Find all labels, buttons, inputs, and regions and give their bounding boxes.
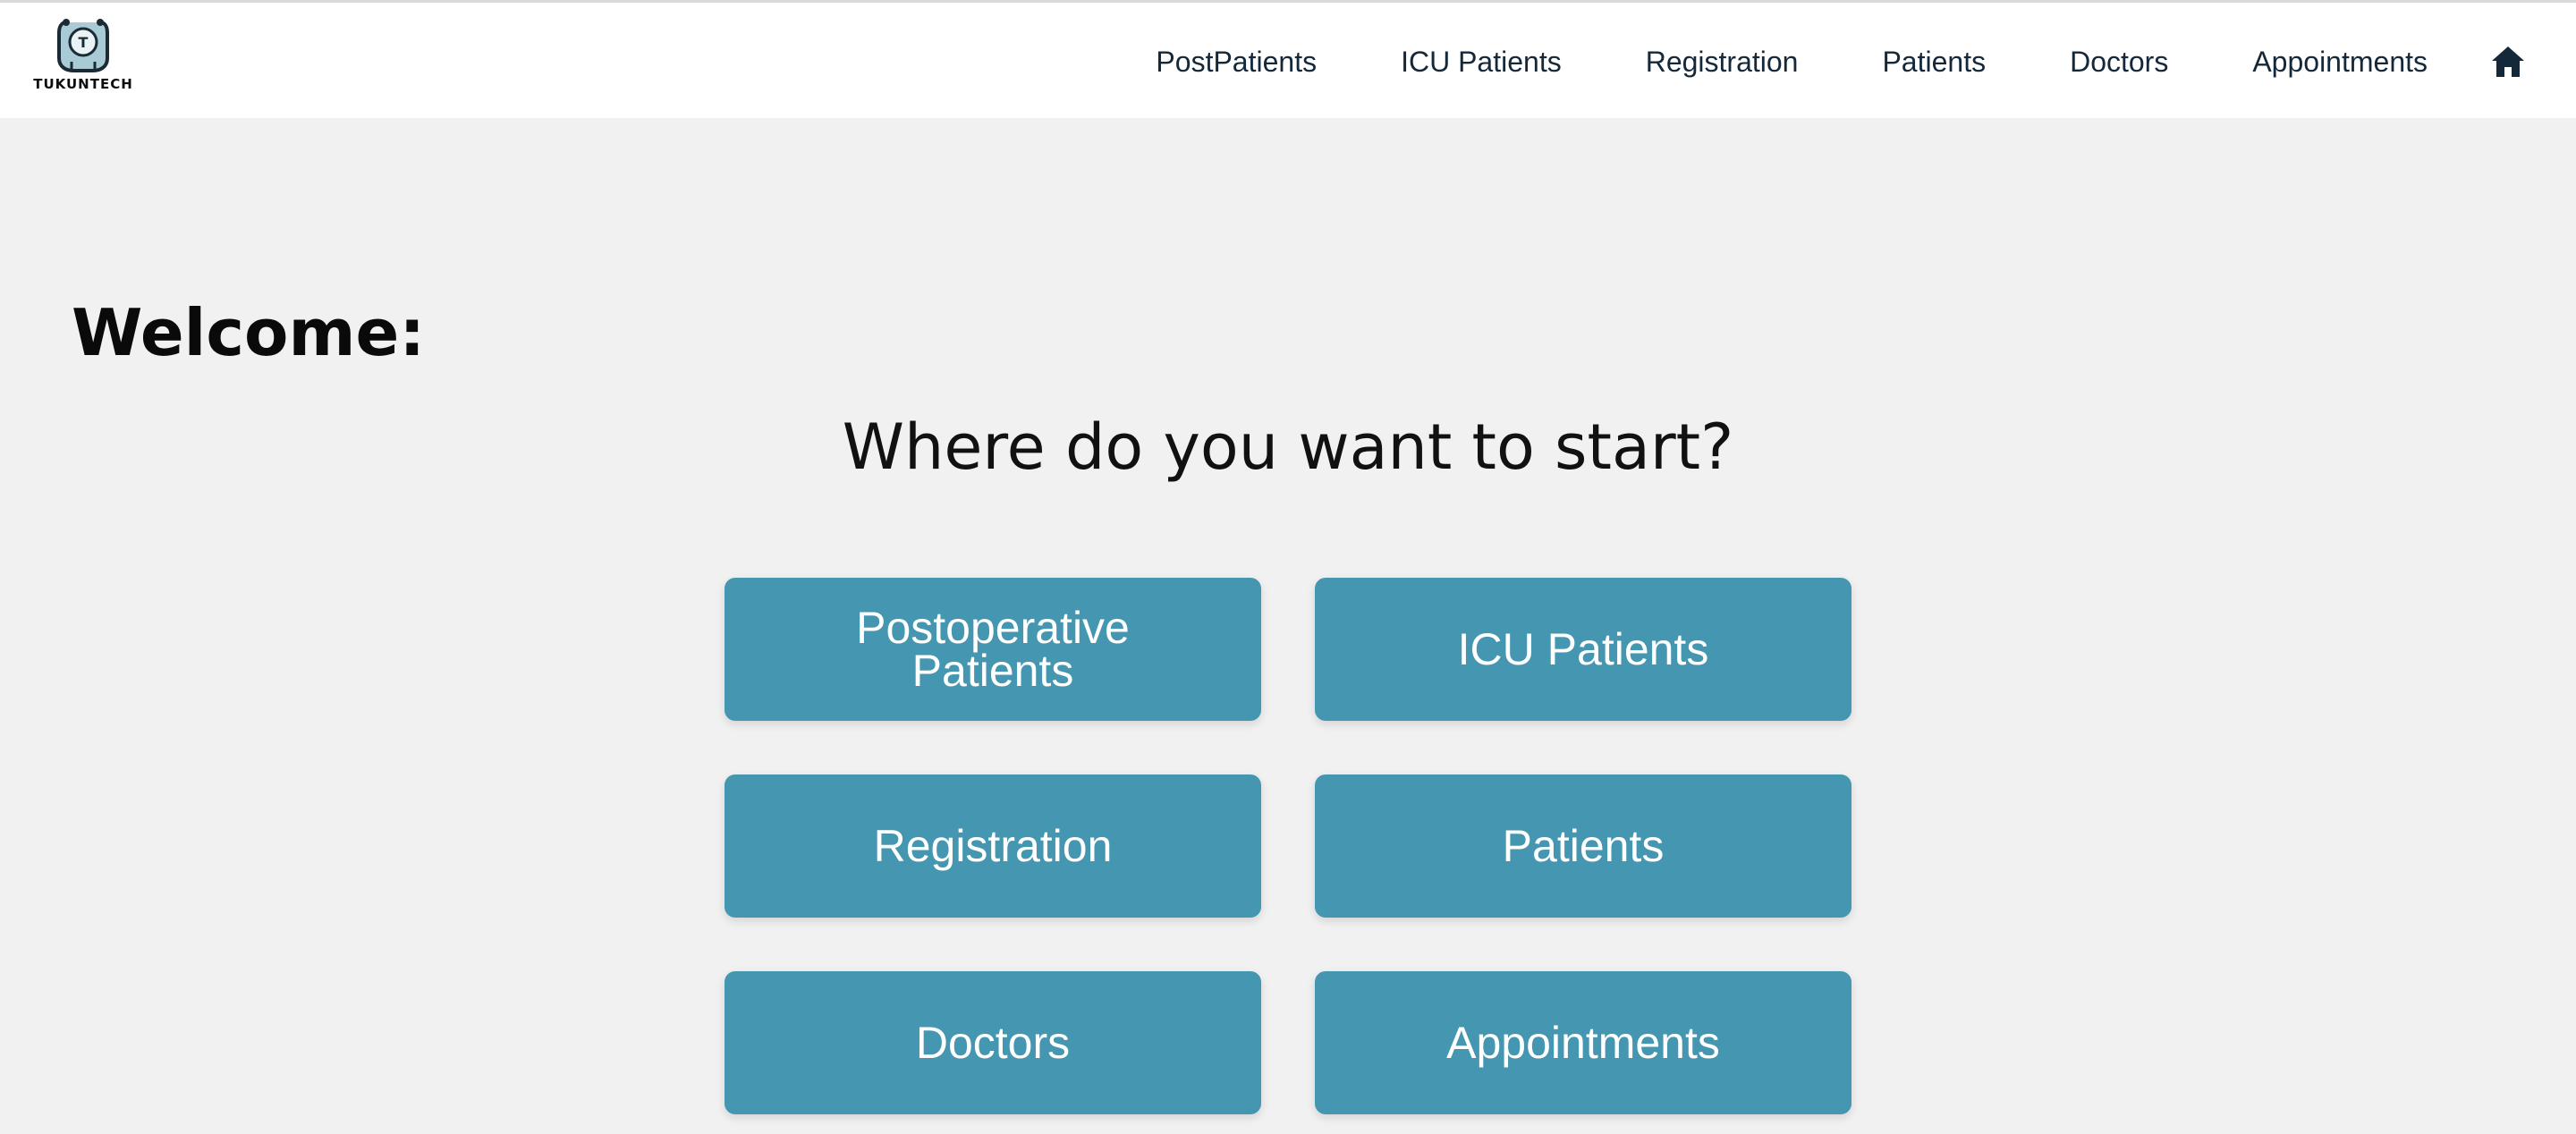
tile-label: Appointments [1446,1018,1720,1068]
tile-doctors[interactable]: Doctors [724,971,1261,1114]
logo-letter: T [79,34,89,51]
brand-logo[interactable]: T TUKUNTECH [30,15,136,96]
top-navbar: T TUKUNTECH PostPatients ICU Patients Re… [0,0,2576,118]
stethoscope-icon: T [57,19,109,72]
main-nav: PostPatients ICU Patients Registration P… [1156,3,2576,121]
start-options-grid: Postoperative Patients ICU Patients Regi… [724,578,1852,1114]
nav-item-registration[interactable]: Registration [1646,46,1799,79]
home-icon [2492,47,2524,77]
tile-label: ICU Patients [1457,624,1709,674]
home-button[interactable] [2488,42,2528,81]
start-prompt: Where do you want to start? [842,410,1734,484]
tile-label: Postoperative Patients [856,603,1130,696]
welcome-heading: Welcome: [72,295,426,370]
brand-name: TUKUNTECH [33,76,133,92]
tile-label: Registration [873,821,1113,871]
nav-item-appointments[interactable]: Appointments [2252,46,2428,79]
tile-postoperative-patients[interactable]: Postoperative Patients [724,578,1261,721]
tile-label: Doctors [915,1018,1071,1068]
tile-label: Patients [1502,821,1665,871]
nav-item-postpatients[interactable]: PostPatients [1156,46,1317,79]
tile-registration[interactable]: Registration [724,774,1261,918]
nav-item-doctors[interactable]: Doctors [2070,46,2168,79]
tile-appointments[interactable]: Appointments [1315,971,1852,1114]
tile-patients[interactable]: Patients [1315,774,1852,918]
nav-item-patients[interactable]: Patients [1882,46,1986,79]
tile-icu-patients[interactable]: ICU Patients [1315,578,1852,721]
nav-item-icu-patients[interactable]: ICU Patients [1401,46,1562,79]
